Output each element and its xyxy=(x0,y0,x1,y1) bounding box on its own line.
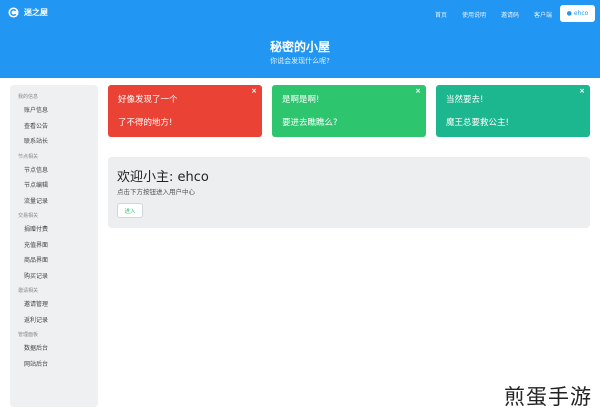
welcome-subtitle: 点击下方按钮进入用户中心 xyxy=(117,188,195,196)
page-title: 秘密的小屋 xyxy=(269,40,330,54)
card-line-2: 魔王总要救公主! xyxy=(446,118,509,128)
close-icon[interactable]: × xyxy=(415,87,421,95)
sidebar-item-rebate-log[interactable]: 返利记录 xyxy=(18,316,98,332)
sidebar-section-my-info: 我的信息 xyxy=(18,94,39,100)
enter-button[interactable]: 进入 xyxy=(117,203,143,218)
sidebar-section-nodes: 节点相关 xyxy=(18,153,39,160)
hero-banner: 秘密的小屋 你说会发现什么呢? xyxy=(0,28,600,78)
close-icon[interactable]: × xyxy=(251,87,257,95)
welcome-panel: 欢迎小主: ehco 点击下方按钮进入用户中心 进入 xyxy=(108,157,590,228)
sidebar-item-traffic-log[interactable]: 流量记录 xyxy=(18,197,98,213)
brand-name: 迷之屋 xyxy=(24,8,48,17)
sidebar-item-account[interactable]: 账户信息 xyxy=(18,106,98,122)
sidebar-item-node-edit[interactable]: 节点编辑 xyxy=(18,181,98,197)
sidebar-section-admin: 管理面板 xyxy=(18,332,39,338)
nav-guide[interactable]: 使用说明 xyxy=(462,10,486,19)
callout-card-teal: 当然要去! 魔王总要救公主! × xyxy=(436,85,590,137)
user-icon: ● xyxy=(566,10,572,17)
sidebar-item-shop[interactable]: 商品界面 xyxy=(18,256,98,272)
user-menu-button[interactable]: ● ehco xyxy=(560,5,595,22)
sidebar-item-donate[interactable]: 捐赠付费 xyxy=(18,225,98,241)
user-name: ehco xyxy=(573,10,589,17)
sidebar-item-site-admin[interactable]: 网站后台 xyxy=(18,360,98,376)
close-icon[interactable]: × xyxy=(579,87,585,95)
sidebar-item-recharge[interactable]: 充值界面 xyxy=(18,241,98,257)
sidebar-item-invite-manage[interactable]: 邀请管理 xyxy=(18,300,98,316)
sidebar-fade xyxy=(10,377,98,407)
sidebar-item-data-admin[interactable]: 数据后台 xyxy=(18,344,98,360)
nav-client[interactable]: 客户端 xyxy=(534,10,552,19)
sidebar-item-purchase-log[interactable]: 购买记录 xyxy=(18,272,98,288)
brand[interactable]: 迷之屋 xyxy=(8,7,48,18)
nav-home[interactable]: 首页 xyxy=(435,10,447,19)
nav-menu: 首页 使用说明 邀请码 客户端 xyxy=(420,10,552,19)
card-line-2: 了不得的地方! xyxy=(118,118,173,128)
page-subtitle: 你说会发现什么呢? xyxy=(270,57,330,65)
watermark: 煎蛋手游 xyxy=(504,385,592,409)
welcome-title: 欢迎小主: ehco xyxy=(117,170,209,185)
sidebar-section-invite: 邀请相关 xyxy=(18,288,39,294)
nav-invite-code[interactable]: 邀请码 xyxy=(501,10,519,19)
callout-card-red: 好像发现了一个 了不得的地方! × xyxy=(108,85,262,137)
card-line-2: 要进去瞧瞧么? xyxy=(282,118,338,128)
sidebar: 我的信息 账户信息 查看公告 联系站长 节点相关 节点信息 节点编辑 流量记录 … xyxy=(10,85,98,407)
sidebar-section-trade: 交易相关 xyxy=(18,213,39,219)
sidebar-item-node-info[interactable]: 节点信息 xyxy=(18,166,98,182)
card-line-1: 当然要去! xyxy=(446,95,484,105)
sidebar-item-contact[interactable]: 联系站长 xyxy=(18,137,98,153)
callout-card-green: 是啊是啊! 要进去瞧瞧么? × xyxy=(272,85,426,137)
sidebar-item-announcements[interactable]: 查看公告 xyxy=(18,122,98,138)
top-navbar: 迷之屋 首页 使用说明 邀请码 客户端 ● ehco xyxy=(0,0,600,28)
c-logo-icon xyxy=(8,7,19,18)
card-line-1: 好像发现了一个 xyxy=(118,95,178,105)
card-line-1: 是啊是啊! xyxy=(282,95,320,105)
